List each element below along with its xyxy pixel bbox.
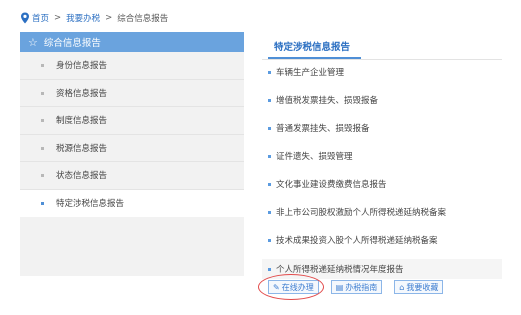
sidebar-header[interactable]: ☆ 综合信息报告 — [20, 32, 244, 52]
list-item-label: 非上市公司股权激励个人所得税递延纳税备案 — [276, 208, 447, 218]
sidebar-item-label: 资格信息报告 — [56, 88, 108, 99]
main-title-row: 特定涉税信息报告 — [262, 32, 502, 60]
tax-guide-button[interactable]: ▤ 办税指南 — [330, 280, 383, 294]
favorite-button[interactable]: ⌂ 我要收藏 — [394, 280, 444, 294]
sidebar-item-label: 制度信息报告 — [56, 116, 108, 127]
location-pin-icon — [21, 12, 29, 24]
home-icon: ⌂ — [399, 282, 405, 292]
list-item-label: 技术成果投资入股个人所得税递延纳税备案 — [276, 236, 438, 246]
list-item[interactable]: 证件遗失、损毁管理 — [262, 146, 502, 166]
sidebar-item-label: 特定涉税信息报告 — [56, 199, 125, 210]
main-panel: 特定涉税信息报告 车辆生产企业管理 增值税发票挂失、损毁报备 普通发票挂失、损毁… — [262, 32, 502, 279]
list-item-label: 普通发票挂失、损毁报备 — [276, 124, 370, 134]
breadcrumb: 首页 > 我要办税 > 综合信息报告 — [20, 11, 168, 25]
list-item[interactable]: 文化事业建设费缴费信息报告 — [262, 174, 502, 194]
sidebar-item-system[interactable]: 制度信息报告 — [20, 107, 244, 135]
list-item[interactable]: 普通发票挂失、损毁报备 — [262, 118, 502, 138]
tax-guide-label: 办税指南 — [345, 282, 378, 292]
guide-icon: ▤ — [335, 282, 344, 292]
list-item-label: 证件遗失、损毁管理 — [276, 152, 353, 162]
list-item[interactable]: 技术成果投资入股个人所得税递延纳税备案 — [262, 230, 502, 250]
favorite-label: 我要收藏 — [406, 282, 439, 292]
sidebar-item-label: 状态信息报告 — [56, 171, 108, 182]
star-icon: ☆ — [28, 35, 38, 49]
highlight-circle — [258, 274, 324, 300]
list-item-label: 文化事业建设费缴费信息报告 — [276, 180, 387, 190]
sidebar-item-label: 身份信息报告 — [56, 61, 108, 72]
sidebar: ☆ 综合信息报告 身份信息报告 资格信息报告 制度信息报告 税源信息报告 状态信… — [20, 32, 244, 276]
breadcrumb-home-link[interactable]: 首页 — [32, 12, 49, 24]
sidebar-item-specific-tax[interactable]: 特定涉税信息报告 — [20, 189, 244, 217]
list-item[interactable]: 非上市公司股权激励个人所得税递延纳税备案 — [262, 202, 502, 222]
breadcrumb-separator: > — [105, 13, 113, 23]
breadcrumb-current: 综合信息报告 — [117, 14, 169, 24]
list-item[interactable]: 增值税发票挂失、损毁报备 — [262, 90, 502, 110]
sidebar-title: 综合信息报告 — [43, 38, 101, 49]
list-item-label: 增值税发票挂失、损毁报备 — [276, 96, 379, 106]
breadcrumb-separator: > — [54, 13, 62, 23]
main-title-underline — [268, 57, 361, 59]
breadcrumb-tax-link[interactable]: 我要办税 — [66, 12, 100, 24]
sidebar-item-qualification[interactable]: 资格信息报告 — [20, 80, 244, 107]
sidebar-item-status[interactable]: 状态信息报告 — [20, 162, 244, 190]
sidebar-item-tax-source[interactable]: 税源信息报告 — [20, 135, 244, 162]
list-item-label: 车辆生产企业管理 — [276, 68, 345, 78]
list-item[interactable]: 车辆生产企业管理 — [262, 62, 502, 82]
main-title: 特定涉税信息报告 — [274, 42, 351, 53]
sidebar-item-label: 税源信息报告 — [56, 143, 108, 154]
sidebar-item-identity[interactable]: 身份信息报告 — [20, 52, 244, 80]
